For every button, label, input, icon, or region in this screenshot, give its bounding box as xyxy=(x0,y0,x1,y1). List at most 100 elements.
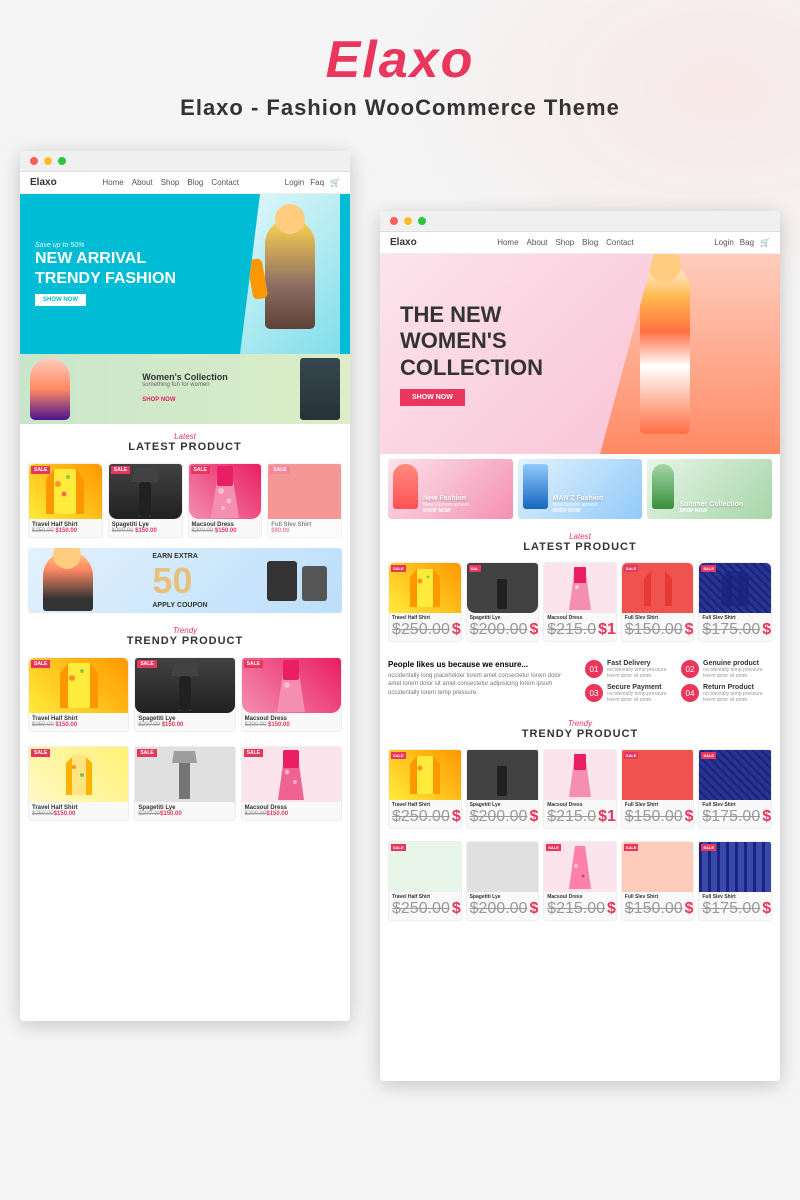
left-nav: Elaxo Home About Shop Blog Contact Login… xyxy=(20,172,350,194)
r-product-3[interactable]: Macsoul Dress $215.0$150.00 xyxy=(543,562,617,642)
page-title: Elaxo - Fashion WooCommerce Theme xyxy=(20,95,780,121)
hero-btn-left[interactable]: SHOW NOW xyxy=(35,294,86,306)
dot-yellow xyxy=(44,157,52,165)
trendy-badge-3: SALE xyxy=(244,660,263,668)
trendy-card-2[interactable]: SALE Spagetiti Lye $200.00 $150.00 xyxy=(134,657,235,732)
nav-home-right[interactable]: Home xyxy=(497,238,518,247)
extra-card-1[interactable]: SALE Travel Half Shirt $250.00$150.00 xyxy=(28,746,129,821)
sale-badge-2: SALE xyxy=(111,466,130,474)
cat-manz-fashion[interactable]: MAN'Z Fashion New fashion arrived SHOP N… xyxy=(518,459,643,519)
product-info-4: Full Slev Shirt $80.00 xyxy=(268,519,341,537)
cat-new-fashion[interactable]: New Fashion New Fashion arrived SHOP NOW xyxy=(388,459,513,519)
nav-login-left[interactable]: Login xyxy=(285,178,305,187)
extra-r-info-5: Full Slev Shirt $175.00$80.00 xyxy=(699,892,771,920)
extra-r-2[interactable]: Spagetiti Lye $200.00$80.00 xyxy=(466,841,540,921)
extra-r-1[interactable]: SALE Travel Half Shirt $250.00$85.00 xyxy=(388,841,462,921)
extra-card-2[interactable]: SALE Spagetiti Lye $200.00$150.00 xyxy=(134,746,235,821)
r-product-4[interactable]: SALE Full Slev Shirt $150.00$80.00 xyxy=(621,562,695,642)
extra-row-right: SALE Travel Half Shirt $250.00$85.00 Spa… xyxy=(380,837,780,925)
browser-bar-left xyxy=(20,151,350,172)
cat-summer-collection[interactable]: Summer Collection SHOP NOW xyxy=(647,459,772,519)
r-info-5: Full Slev Shirt $175.00$80.00 xyxy=(699,613,771,641)
product-card-4[interactable]: SALE Full Slev Shirt $80.00 xyxy=(267,463,342,538)
mockups-container: Elaxo Home About Shop Blog Contact Login… xyxy=(0,151,800,1101)
nav-links-left: Home About Shop Blog Contact xyxy=(102,178,239,187)
trendy-section-right: Trendy Trendy Product xyxy=(380,711,780,745)
extra-r-4[interactable]: SALE Full Slev Shirt $150.00$80.00 xyxy=(621,841,695,921)
nav-shop-left[interactable]: Shop xyxy=(161,178,180,187)
nav-about-right[interactable]: About xyxy=(527,238,548,247)
r-info-4: Full Slev Shirt $150.00$80.00 xyxy=(622,613,694,641)
womens-shop-link[interactable]: SHOP NOW xyxy=(142,397,175,403)
product-card-1[interactable]: SALE Travel Half Shirt $250.00 xyxy=(28,463,103,538)
trendy-price-1: $250.00 $150.00 xyxy=(32,722,125,728)
product-price-2: $200.00 $150.00 xyxy=(112,528,179,534)
womens-banner: Women's Collection something fun for wom… xyxy=(20,354,350,424)
product-price-4: $80.00 xyxy=(271,528,338,534)
r-product-2[interactable]: SAL Spagetiti Lye $200.00$80.00 xyxy=(466,562,540,642)
hero-title-right: THE NEW WOMEN'S COLLECTION xyxy=(400,302,543,381)
right-mockup: Elaxo Home About Shop Blog Contact Login… xyxy=(380,211,780,1081)
nav-about-left[interactable]: About xyxy=(132,178,153,187)
nav-shop-right[interactable]: Shop xyxy=(555,238,574,247)
extra-info-1: Travel Half Shirt $250.00$150.00 xyxy=(29,802,128,820)
category-row: New Fashion New Fashion arrived SHOP NOW… xyxy=(380,454,780,524)
t-r-img-3 xyxy=(544,750,616,800)
product-card-2[interactable]: SALE Spagetiti Lye $200.00 $150.00 xyxy=(108,463,183,538)
feature-return: 04 Return Product occidentally temp pres… xyxy=(681,684,772,703)
trendy-info-3: Macsoul Dress $200.00 $150.00 xyxy=(242,713,341,731)
coupon-number: 50 xyxy=(152,560,207,602)
sale-badge-3: SALE xyxy=(191,466,210,474)
extra-r-5[interactable]: SALE Full Slev Shirt $175.00$80.00 xyxy=(698,841,772,921)
product-info-1: Travel Half Shirt $250.00 $150.00 xyxy=(29,519,102,537)
nav-bag-right[interactable]: Bag xyxy=(740,238,754,247)
nav-contact-left[interactable]: Contact xyxy=(211,178,239,187)
trendy-card-1[interactable]: SALE Travel Half Shirt $250.00 $150.00 xyxy=(28,657,129,732)
t-r-product-2[interactable]: Spagetiti Lye $200.00$80.00 xyxy=(466,749,540,829)
trendy-italic-left: Trendy xyxy=(20,626,350,635)
suit-model xyxy=(300,358,340,420)
nav-blog-right[interactable]: Blog xyxy=(582,238,598,247)
nav-faq-left[interactable]: Faq xyxy=(310,178,324,187)
nav-contact-right[interactable]: Contact xyxy=(606,238,634,247)
t-r-product-4[interactable]: SALE Full Slev Shirt $150.00$80.00 xyxy=(621,749,695,829)
nav-home-left[interactable]: Home xyxy=(102,178,123,187)
t-r-img-2 xyxy=(467,750,539,800)
nav-actions-right: Login Bag 🛒 xyxy=(714,238,770,247)
nav-blog-left[interactable]: Blog xyxy=(187,178,203,187)
extra-r-3[interactable]: SALE Macsoul Dress $215.00$150.00 xyxy=(543,841,617,921)
latest-title-right: Latest Product xyxy=(380,541,780,553)
extra-card-3[interactable]: SALE Macsoul Dress $200.00$150.00 xyxy=(241,746,342,821)
r-product-1[interactable]: SALE Travel Half Shirt $250.00$85.00 xyxy=(388,562,462,642)
hero-pink-person xyxy=(600,254,780,454)
extra-r-info-4: Full Slev Shirt $150.00$80.00 xyxy=(622,892,694,920)
product-price-3: $200.00 $150.00 xyxy=(192,528,259,534)
nav-cart-right[interactable]: 🛒 xyxy=(760,238,770,247)
trendy-card-3[interactable]: SALE Macsoul Dress $200.00 $150.00 xyxy=(241,657,342,732)
nav-cart-left[interactable]: 🛒 xyxy=(330,178,340,187)
trendy-badge-2: SALE xyxy=(137,660,156,668)
nav-login-right[interactable]: Login xyxy=(714,238,734,247)
nav-logo-right: Elaxo xyxy=(390,237,417,248)
dot-red xyxy=(30,157,38,165)
latest-italic-left: Latest xyxy=(20,432,350,441)
features-text: People likes us because we ensure... occ… xyxy=(388,660,575,703)
womens-text: Women's Collection something fun for wom… xyxy=(142,372,227,406)
hero-title-left: NEW ARRIVAL TRENDY FASHION xyxy=(35,249,176,287)
t-r-product-5[interactable]: SALE Full Slev Shirt $175.00$80.00 xyxy=(698,749,772,829)
trendy-title-right: Trendy Product xyxy=(380,728,780,740)
extra-info-3: Macsoul Dress $200.00$150.00 xyxy=(242,802,341,820)
coupon-info: EARN EXTRA 50 APPLY COUPON xyxy=(152,553,207,609)
womens-model xyxy=(30,358,70,420)
cat-model-1 xyxy=(393,464,418,509)
hero-text-right: THE NEW WOMEN'S COLLECTION SHOW NOW xyxy=(400,302,543,406)
products-row-right: SALE Travel Half Shirt $250.00$85.00 SAL… xyxy=(380,558,780,646)
r-product-5[interactable]: SALE Full Slev Shirt $175.00$80.00 xyxy=(698,562,772,642)
coupon-person xyxy=(43,551,93,611)
sale-badge-1: SALE xyxy=(31,466,50,474)
latest-section-left: Latest Latest Product xyxy=(20,424,350,458)
product-card-3[interactable]: SALE Macsoul Dress $200.00 $150.00 xyxy=(188,463,263,538)
t-r-product-1[interactable]: SALE Travel Half Shirt $250.00$85.00 xyxy=(388,749,462,829)
hero-btn-right[interactable]: SHOW NOW xyxy=(400,389,465,406)
t-r-product-3[interactable]: Macsoul Dress $215.0$150.00 xyxy=(543,749,617,829)
